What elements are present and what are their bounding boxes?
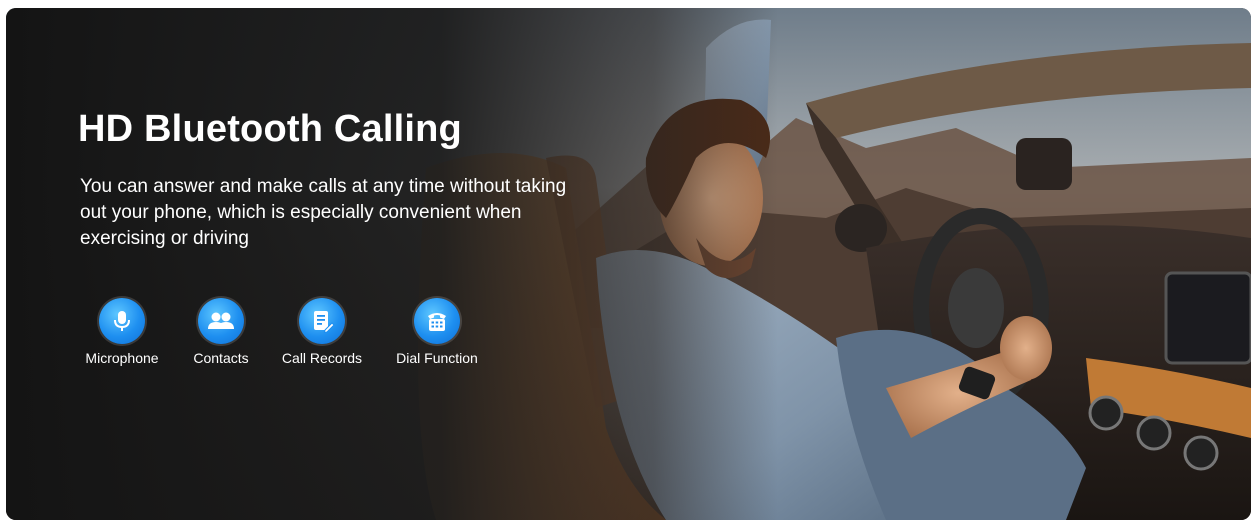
text-overlay: HD Bluetooth Calling You can answer and … [6,8,626,520]
dial-pad-icon [414,298,460,344]
banner: HD Bluetooth Calling You can answer and … [6,8,1251,520]
feature-label: Dial Function [396,350,478,366]
feature-call-records: Call Records [262,298,382,366]
feature-list: Microphone Contacts Call Records Dial Fu… [6,298,626,388]
feature-dial-function: Dial Function [377,298,497,366]
microphone-icon [99,298,145,344]
description: You can answer and make calls at any tim… [80,176,567,249]
call-records-icon [299,298,345,344]
page-title: HD Bluetooth Calling [78,108,462,150]
contacts-icon [198,298,244,344]
feature-label: Call Records [281,350,363,366]
